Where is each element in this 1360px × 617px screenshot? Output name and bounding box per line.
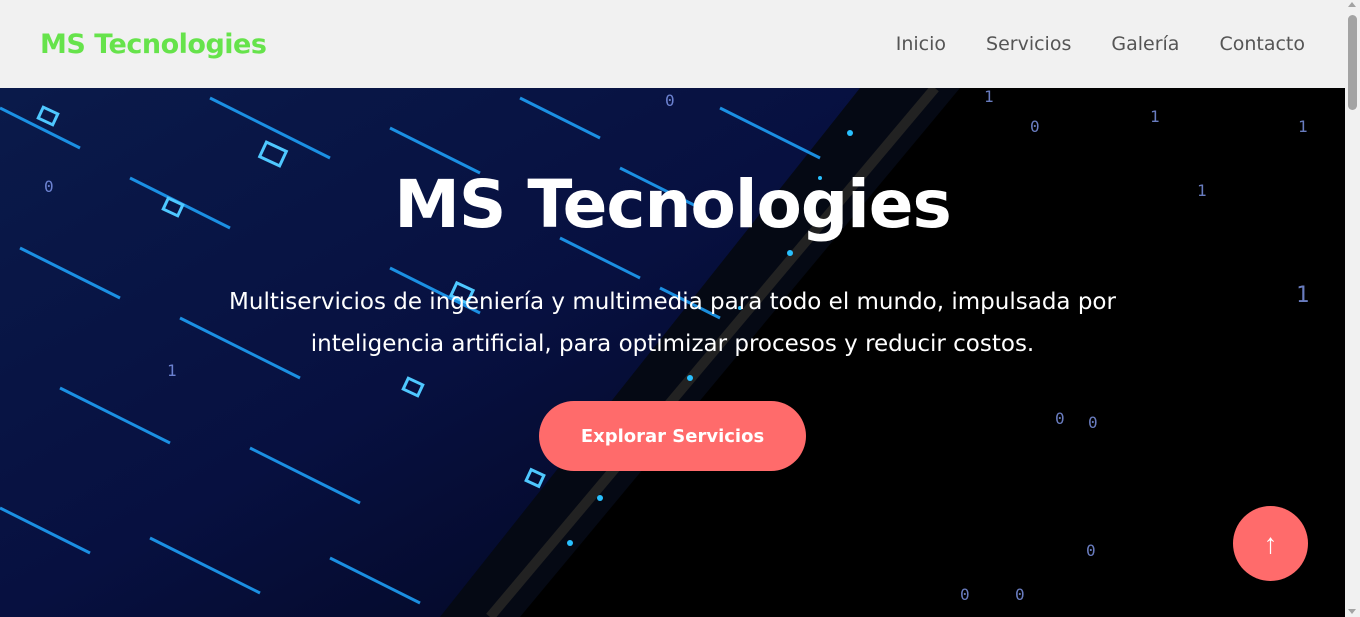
nav-link-inicio[interactable]: Inicio: [896, 33, 946, 55]
svg-text:0: 0: [960, 585, 970, 604]
svg-text:0: 0: [1030, 117, 1040, 136]
nav-link-contacto[interactable]: Contacto: [1219, 33, 1305, 55]
scrollbar-down-arrow-icon[interactable]: [1348, 609, 1356, 614]
svg-text:0: 0: [1086, 541, 1096, 560]
svg-text:0: 0: [665, 91, 675, 110]
page-scrollbar[interactable]: [1345, 0, 1360, 617]
hero-subtitle: Multiservicios de ingeniería y multimedi…: [229, 289, 1116, 357]
svg-text:1: 1: [1296, 283, 1309, 308]
hero-title: MS Tecnologies: [394, 166, 952, 243]
scroll-to-top-button[interactable]: ↑: [1233, 506, 1308, 581]
svg-text:1: 1: [984, 88, 994, 106]
nav-menu: Inicio Servicios Galería Contacto: [856, 33, 1305, 55]
svg-text:1: 1: [1150, 107, 1160, 126]
nav-link-galeria[interactable]: Galería: [1111, 33, 1179, 55]
scrollbar-up-arrow-icon[interactable]: [1348, 2, 1356, 7]
site-logo[interactable]: MS Tecnologies: [40, 29, 267, 60]
arrow-up-icon: ↑: [1263, 527, 1278, 559]
navbar: MS Tecnologies Inicio Servicios Galería …: [0, 0, 1345, 88]
nav-link-servicios[interactable]: Servicios: [986, 33, 1071, 55]
svg-text:0: 0: [1015, 585, 1025, 604]
svg-text:0: 0: [1088, 413, 1098, 432]
explore-services-button[interactable]: Explorar Servicios: [539, 401, 806, 471]
svg-text:0: 0: [1055, 409, 1065, 428]
hero-section: 1 0 1 1 0 0 0 0 0 1 0 0 1 1 MS Tecnologi…: [0, 88, 1345, 617]
svg-text:1: 1: [1298, 117, 1308, 136]
svg-text:1: 1: [167, 361, 177, 380]
scrollbar-thumb[interactable]: [1348, 15, 1357, 110]
